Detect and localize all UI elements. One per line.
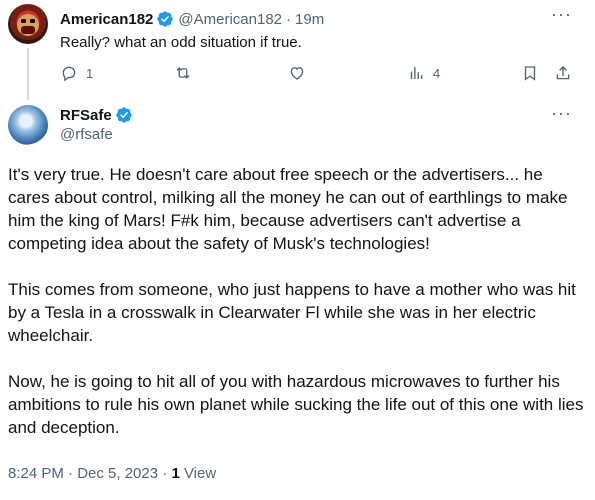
display-name-row: RFSafe — [60, 106, 133, 124]
display-name[interactable]: American182 — [60, 11, 153, 28]
views-label: View — [183, 465, 217, 482]
bookmark-button[interactable] — [521, 63, 539, 83]
bookmark-icon — [524, 66, 536, 81]
time-ago[interactable]: 19m — [295, 11, 324, 28]
reply-icon — [62, 66, 76, 82]
handle[interactable]: @American182 — [178, 11, 282, 28]
main-tweet-header: RFSafe @rfsafe ··· — [0, 98, 595, 158]
views-count: 1 — [171, 465, 180, 482]
tweet-body: It's very true. He doesn't care about fr… — [8, 163, 588, 462]
reply-header: American182 @American182 · 19m — [60, 9, 324, 29]
tweet-meta: 8:24 PM · Dec 5, 2023 · 1 View — [8, 465, 216, 482]
display-name[interactable]: RFSafe — [60, 107, 112, 124]
more-horizontal-icon[interactable]: ··· — [551, 5, 571, 27]
avatar[interactable] — [8, 4, 48, 44]
avatar-mouth — [21, 26, 35, 34]
like-button[interactable] — [288, 63, 314, 83]
more-horizontal-icon[interactable]: ··· — [551, 104, 571, 126]
retweet-icon — [176, 67, 190, 79]
action-bar: 1 4 — [60, 63, 580, 83]
heart-icon — [290, 67, 304, 80]
verified-badge-icon[interactable] — [115, 106, 133, 124]
avatar-eye — [30, 19, 35, 23]
views-count: 4 — [433, 65, 441, 81]
handle[interactable]: @rfsafe — [60, 126, 113, 143]
reply-tweet[interactable]: American182 @American182 · 19m ··· Reall… — [0, 0, 595, 100]
separator-dot: · — [286, 10, 292, 28]
avatar[interactable] — [8, 105, 48, 145]
thread-line — [27, 48, 29, 100]
reply-button[interactable]: 1 — [60, 63, 93, 83]
reply-text: Really? what an odd situation if true. — [60, 34, 302, 51]
timestamp[interactable]: 8:24 PM · Dec 5, 2023 — [8, 465, 158, 482]
analytics-icon — [410, 67, 423, 79]
retweet-button[interactable] — [174, 63, 200, 83]
views-button[interactable]: 4 — [407, 63, 440, 83]
verified-badge-icon[interactable] — [156, 10, 174, 28]
tweet-paragraph: This comes from someone, who just happen… — [8, 280, 576, 345]
share-icon — [556, 66, 570, 80]
tweet-paragraph: It's very true. He doesn't care about fr… — [8, 165, 568, 253]
avatar-eye — [21, 19, 26, 23]
separator-dot: · — [158, 465, 172, 482]
reply-count: 1 — [86, 65, 94, 81]
share-button[interactable] — [554, 63, 572, 83]
tweet-paragraph: Now, he is going to hit all of you with … — [8, 372, 584, 437]
